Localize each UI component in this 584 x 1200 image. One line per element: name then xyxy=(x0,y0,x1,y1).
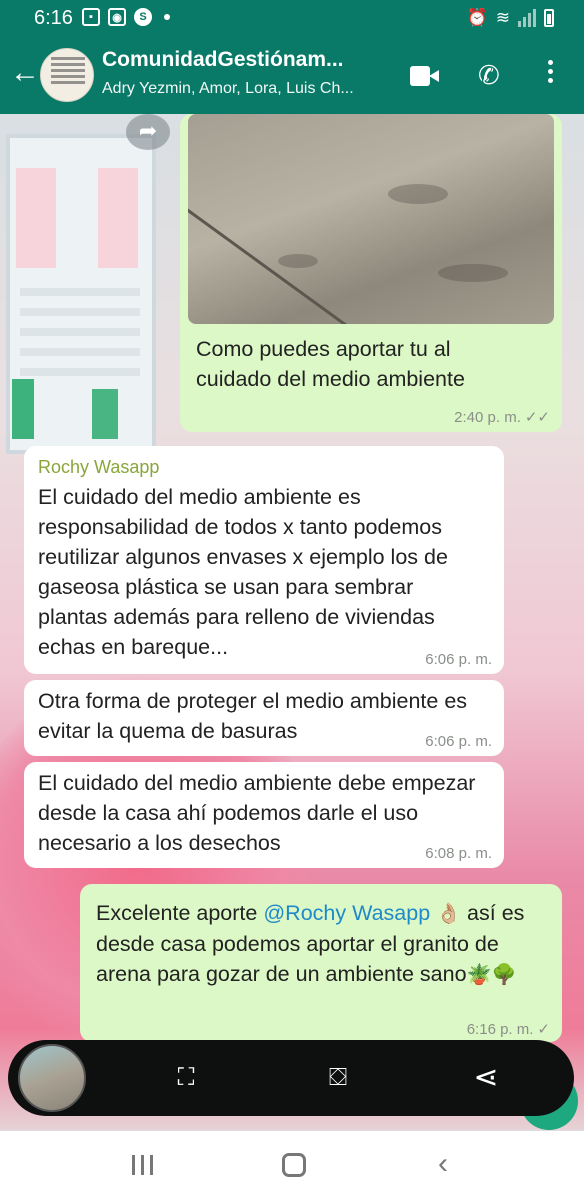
dot-icon xyxy=(164,14,170,20)
wifi-icon: ≋ xyxy=(495,8,510,27)
status-time: 6:16 xyxy=(34,7,73,29)
chat-participants[interactable]: Adry Yezmin, Amor, Lora, Luis Ch... xyxy=(102,80,392,98)
mention-link[interactable]: @Rochy Wasapp xyxy=(263,901,430,925)
back-icon[interactable]: ‹ xyxy=(438,1149,448,1179)
signal-icon xyxy=(518,9,536,27)
sent-tick-icon: ✓ xyxy=(537,1021,550,1038)
crop-edit-icon[interactable]: ⛋ xyxy=(322,1062,354,1094)
chat-title[interactable]: ComunidadGestiónam... xyxy=(102,48,392,72)
message-time: 6:06 p. m. xyxy=(425,733,492,750)
share-icon[interactable]: ⋖ xyxy=(470,1062,502,1094)
message-image[interactable] xyxy=(188,114,554,324)
skype-icon: S xyxy=(134,8,152,26)
message-bubble-incoming[interactable]: Rochy Wasapp El cuidado del medio ambien… xyxy=(24,446,504,674)
message-time: 6:08 p. m. xyxy=(425,845,492,862)
forward-icon[interactable]: ➦ xyxy=(126,114,170,150)
phone-icon[interactable]: ✆ xyxy=(478,60,500,90)
message-bubble-incoming[interactable]: El cuidado del medio ambiente debe empez… xyxy=(24,762,504,868)
battery-icon xyxy=(544,9,554,27)
notification-icons: ▪ ◉ S xyxy=(82,8,170,26)
system-nav-bar: ‹ xyxy=(0,1130,584,1200)
system-icons: ⏰ ≋ xyxy=(467,8,554,28)
message-text: Otra forma de proteger el medio ambiente… xyxy=(38,689,468,743)
message-time: 6:06 p. m. xyxy=(425,651,492,668)
message-bubble-incoming[interactable]: Otra forma de proteger el medio ambiente… xyxy=(24,680,504,756)
message-bubble-outgoing[interactable]: Como puedes aportar tu al cuidado del me… xyxy=(180,114,562,432)
home-icon[interactable] xyxy=(282,1153,306,1177)
video-call-icon[interactable] xyxy=(410,66,440,86)
recent-apps-icon[interactable] xyxy=(132,1155,153,1175)
media-thumbnail[interactable] xyxy=(18,1044,86,1112)
status-bar: 6:16 ▪ ◉ S ⏰ ≋ xyxy=(0,0,584,36)
message-text: Como puedes aportar tu al cuidado del me… xyxy=(196,337,465,391)
plant-emoji: 🪴🌳 xyxy=(466,964,517,986)
media-preview-toolbar: ⛶ ⛋ ⋖ xyxy=(8,1040,574,1116)
message-text: Excelente aporte @Rochy Wasapp 👌🏼 así es… xyxy=(96,901,525,986)
gallery-icon: ▪ xyxy=(82,8,100,26)
back-arrow-icon[interactable]: ← xyxy=(10,58,40,88)
message-time: 6:16 p. m. ✓ xyxy=(466,1021,550,1038)
chat-header: ← ComunidadGestiónam... Adry Yezmin, Amo… xyxy=(0,36,584,114)
scan-icon[interactable]: ⛶ xyxy=(170,1062,202,1094)
message-text: El cuidado del medio ambiente es respons… xyxy=(38,485,448,659)
ok-hand-emoji: 👌🏼 xyxy=(436,903,462,925)
more-options-icon[interactable] xyxy=(548,60,553,83)
group-avatar[interactable] xyxy=(40,48,94,102)
read-ticks-icon: ✓✓ xyxy=(524,409,550,426)
alarm-icon: ⏰ xyxy=(466,8,488,27)
sender-name[interactable]: Rochy Wasapp xyxy=(38,456,490,478)
message-bubble-outgoing[interactable]: Excelente aporte @Rochy Wasapp 👌🏼 así es… xyxy=(80,884,562,1042)
instagram-icon: ◉ xyxy=(108,8,126,26)
message-time: 2:40 p. m. ✓✓ xyxy=(454,409,550,426)
